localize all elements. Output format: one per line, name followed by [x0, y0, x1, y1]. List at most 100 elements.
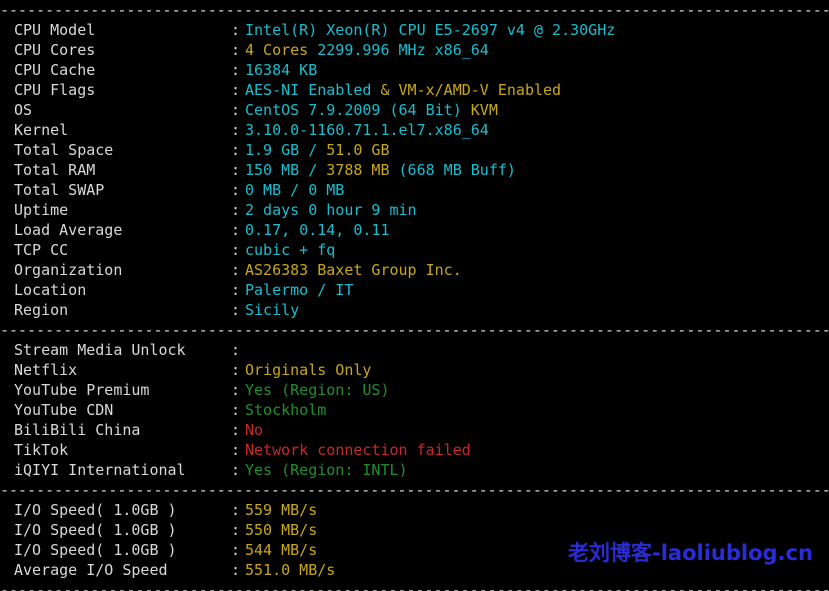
- value-segment: AES-NI Enabled: [245, 81, 372, 99]
- info-separator: :: [231, 221, 241, 239]
- info-value: 16384 KB: [245, 61, 317, 79]
- value-segment: 551.0 MB/s: [245, 561, 336, 579]
- value-segment: Palermo / IT: [245, 281, 354, 299]
- info-row: Load Average:0.17, 0.14, 0.11: [0, 220, 829, 240]
- info-row: YouTube CDN: Stockholm: [0, 400, 829, 420]
- info-row: Organization: AS26383 Baxet Group Inc.: [0, 260, 829, 280]
- value-segment: (668 MB Buff): [389, 161, 516, 179]
- info-value: 2 days 0 hour 9 min: [245, 201, 417, 219]
- info-value: Stockholm: [245, 401, 326, 419]
- info-separator: :: [231, 101, 241, 119]
- site-watermark: 老刘博客-laoliublog.cn: [568, 541, 813, 565]
- info-separator: :: [231, 201, 241, 219]
- value-segment: 2299.996 MHz x86_64: [308, 41, 489, 59]
- terminal-output: ----------------------------------------…: [0, 0, 829, 591]
- info-label: Organization: [14, 261, 123, 279]
- info-separator: :: [231, 541, 241, 559]
- info-separator: :: [231, 401, 241, 419]
- section-stream-media-unlock: Stream Media Unlock: Netflix: Originals On…: [0, 340, 829, 480]
- value-segment: 544 MB/s: [245, 541, 318, 559]
- info-label: TCP CC: [14, 241, 69, 259]
- info-separator: :: [231, 461, 241, 479]
- info-label: CPU Flags: [14, 81, 96, 99]
- info-separator: :: [231, 241, 241, 259]
- value-segment: Originals Only: [245, 361, 372, 379]
- info-value: Intel(R) Xeon(R) CPU E5-2697 v4 @ 2.30GH…: [245, 21, 615, 39]
- info-label: Netflix: [14, 361, 78, 379]
- info-row: CPU Model: Intel(R) Xeon(R) CPU E5-2697 v…: [0, 20, 829, 40]
- value-segment: 0 MB / 0 MB: [245, 181, 345, 199]
- info-row: Stream Media Unlock:: [0, 340, 829, 360]
- info-label: Region: [14, 301, 69, 319]
- info-label: I/O Speed( 1.0GB ): [14, 541, 177, 559]
- info-row: Kernel:3.10.0-1160.71.1.el7.x86_64: [0, 120, 829, 140]
- value-segment: 51.0 GB: [326, 141, 390, 159]
- info-row: CPU Cache:16384 KB: [0, 60, 829, 80]
- info-row: iQIYI International: Yes (Region: INTL): [0, 460, 829, 480]
- info-separator: :: [231, 121, 241, 139]
- value-segment: 550 MB/s: [245, 521, 318, 539]
- info-row: Total RAM:150 MB / 3788 MB (668 MB Buff): [0, 160, 829, 180]
- info-row: I/O Speed( 1.0GB ):559 MB/s: [0, 500, 829, 520]
- info-separator: :: [231, 161, 241, 179]
- value-segment: VM-x/AMD-V Enabled: [398, 81, 562, 99]
- section-divider-io-speed: ----------------------------------------…: [0, 581, 829, 591]
- info-value: Palermo / IT: [245, 281, 353, 299]
- info-label: Total Space: [14, 141, 114, 159]
- info-value: cubic + fq: [245, 241, 335, 259]
- info-label: BiliBili China: [14, 421, 141, 439]
- value-segment: 16384 KB: [245, 61, 318, 79]
- info-label: OS: [14, 101, 33, 119]
- value-segment: KVM: [470, 101, 498, 119]
- info-label: Uptime: [14, 201, 69, 219]
- info-separator: :: [231, 41, 241, 59]
- info-label: Stream Media Unlock: [14, 341, 186, 359]
- info-separator: :: [231, 521, 241, 539]
- info-label: Load Average: [14, 221, 123, 239]
- info-value: Yes (Region: US): [245, 381, 390, 399]
- info-value: Sicily: [245, 301, 299, 319]
- value-segment: CentOS 7.9.2009 (64 Bit): [245, 101, 471, 119]
- info-value: Originals Only: [245, 361, 371, 379]
- info-row: TCP CC: cubic + fq: [0, 240, 829, 260]
- info-label: CPU Model: [14, 21, 96, 39]
- value-segment: 1.9 GB /: [245, 141, 327, 159]
- info-row: TikTok: Network connection failed: [0, 440, 829, 460]
- info-row: Total SWAP:0 MB / 0 MB: [0, 180, 829, 200]
- info-separator: :: [231, 561, 241, 579]
- value-segment: cubic + fq: [245, 241, 336, 259]
- info-value: 544 MB/s: [245, 541, 317, 559]
- info-separator: :: [231, 181, 241, 199]
- info-value: 559 MB/s: [245, 501, 317, 519]
- info-value: Yes (Region: INTL): [245, 461, 408, 479]
- value-segment: Yes (Region: US): [245, 381, 390, 399]
- info-label: CPU Cores: [14, 41, 96, 59]
- info-value: 551.0 MB/s: [245, 561, 335, 579]
- value-segment: 0.17, 0.14, 0.11: [245, 221, 390, 239]
- info-value: 0 MB / 0 MB: [245, 181, 344, 199]
- value-segment: AS26383 Baxet Group Inc.: [245, 261, 462, 279]
- value-segment: &: [371, 81, 399, 99]
- info-separator: :: [231, 441, 241, 459]
- info-row: I/O Speed( 1.0GB ):550 MB/s: [0, 520, 829, 540]
- value-segment: 2 days 0 hour 9 min: [245, 201, 417, 219]
- info-row: Netflix: Originals Only: [0, 360, 829, 380]
- info-label: iQIYI International: [14, 461, 186, 479]
- info-value: 3.10.0-1160.71.1.el7.x86_64: [245, 121, 489, 139]
- info-separator: :: [231, 341, 241, 359]
- info-value: AES-NI Enabled & VM-x/AMD-V Enabled: [245, 81, 561, 99]
- info-value: 550 MB/s: [245, 521, 317, 539]
- info-label: Average I/O Speed: [14, 561, 168, 579]
- value-segment: No: [245, 421, 264, 439]
- info-row: Region: Sicily: [0, 300, 829, 320]
- info-value: AS26383 Baxet Group Inc.: [245, 261, 462, 279]
- value-segment: 3.10.0-1160.71.1.el7.x86_64: [245, 121, 489, 139]
- info-label: YouTube CDN: [14, 401, 114, 419]
- info-label: Location: [14, 281, 87, 299]
- info-value: 4 Cores 2299.996 MHz x86_64: [245, 41, 489, 59]
- value-segment: 150 MB /: [245, 161, 327, 179]
- info-row: Uptime:2 days 0 hour 9 min: [0, 200, 829, 220]
- info-separator: :: [231, 141, 241, 159]
- info-value: CentOS 7.9.2009 (64 Bit) KVM: [245, 101, 498, 119]
- info-row: Total Space:1.9 GB / 51.0 GB: [0, 140, 829, 160]
